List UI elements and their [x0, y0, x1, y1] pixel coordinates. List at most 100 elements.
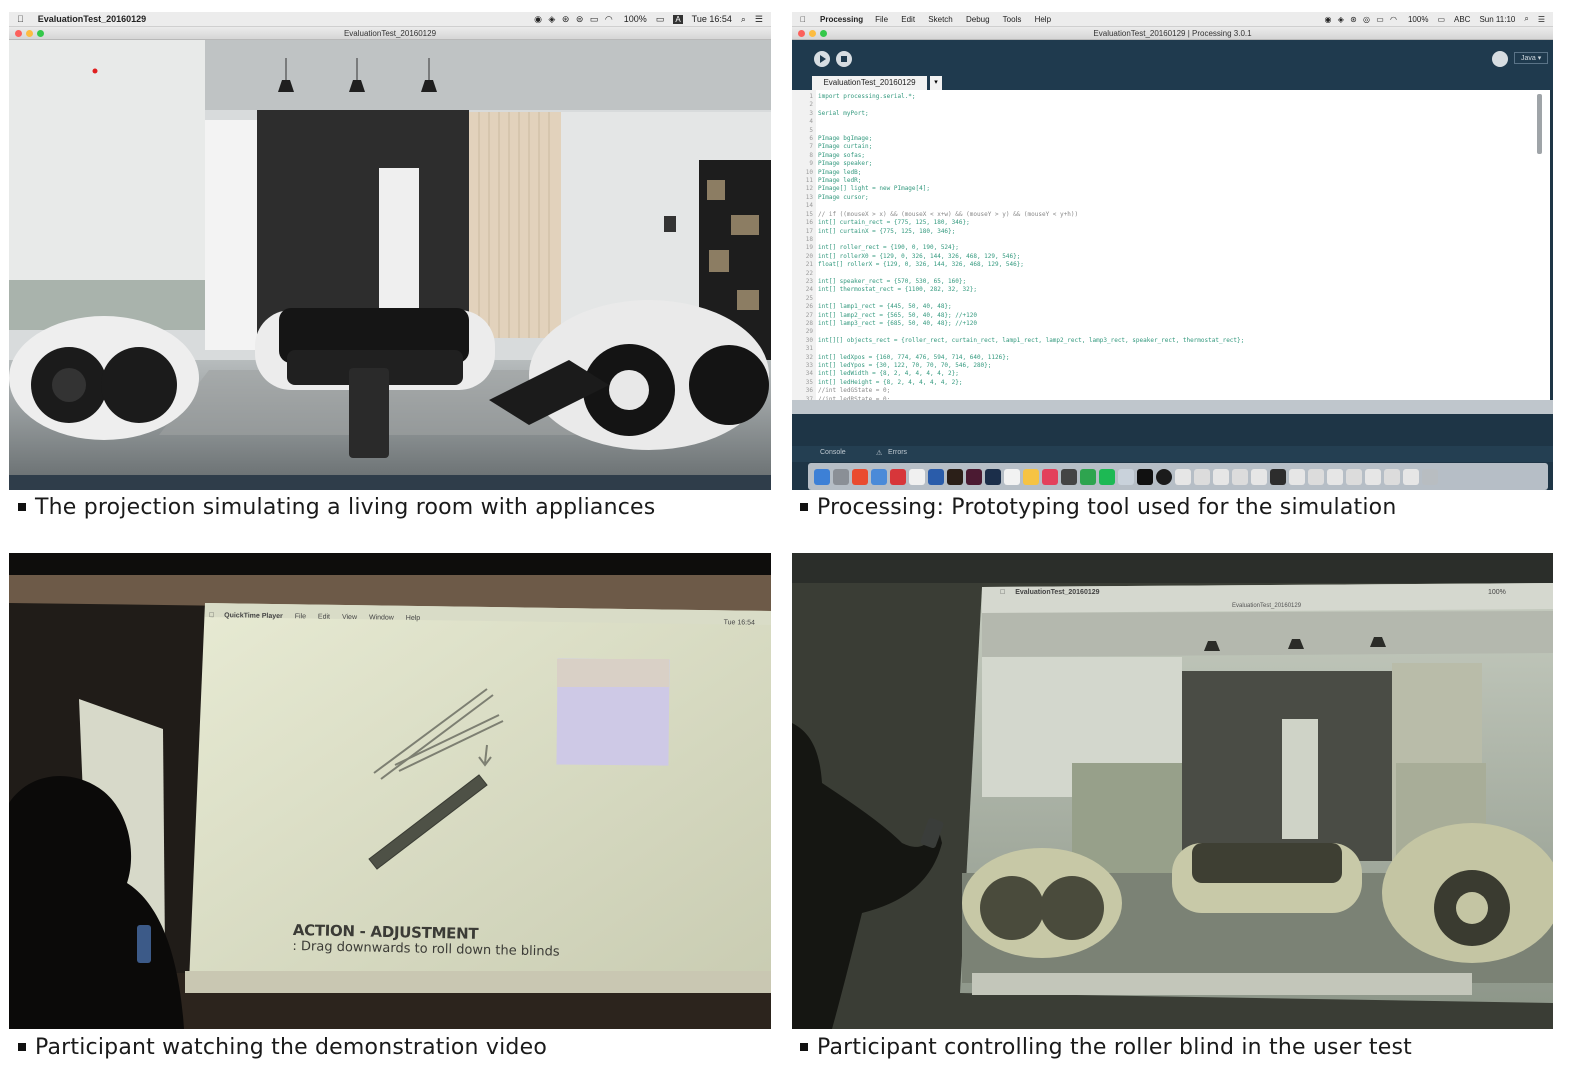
- code-line[interactable]: PImage bgImage;: [818, 135, 1244, 143]
- code-line[interactable]: PImage[] light = new PImage[4];: [818, 185, 1244, 193]
- code-line[interactable]: int[] lamp1_rect = {445, 50, 40, 48};: [818, 303, 1244, 311]
- console-divider[interactable]: [792, 400, 1553, 414]
- search-icon[interactable]: ⌕: [741, 14, 746, 25]
- code-line[interactable]: int[] lamp2_rect = {565, 50, 40, 48}; //…: [818, 312, 1244, 320]
- menu-debug[interactable]: Debug: [966, 15, 990, 24]
- code-line[interactable]: PImage cursor;: [818, 194, 1244, 202]
- code-line[interactable]: import processing.serial.*;: [818, 93, 1244, 101]
- apple-icon[interactable]: : [17, 14, 24, 24]
- clock[interactable]: Sun 11:10: [1479, 15, 1515, 24]
- minimize-icon[interactable]: [809, 30, 816, 37]
- calendar-icon[interactable]: [890, 468, 906, 485]
- code-line[interactable]: PImage speaker;: [818, 160, 1244, 168]
- zoom-icon[interactable]: [37, 30, 44, 37]
- code-line[interactable]: PImage ledB;: [818, 169, 1244, 177]
- app-icon[interactable]: [1137, 468, 1153, 485]
- apple-icon[interactable]: : [800, 15, 806, 24]
- menu-help[interactable]: Help: [1035, 15, 1051, 24]
- code-line[interactable]: [818, 127, 1244, 135]
- code-line[interactable]: int[] curtain_rect = {775, 125, 180, 346…: [818, 219, 1244, 227]
- code-line[interactable]: int[] lamp3_rect = {685, 50, 40, 48}; //…: [818, 320, 1244, 328]
- code-line[interactable]: float[] rollerX = {129, 0, 326, 144, 326…: [818, 261, 1244, 269]
- mode-selector[interactable]: Java ▾: [1514, 52, 1549, 64]
- notes-icon[interactable]: [909, 468, 925, 485]
- code-line[interactable]: //int ledGState = 0;: [818, 387, 1244, 395]
- document-icon[interactable]: [1365, 468, 1381, 485]
- document-icon[interactable]: [1213, 468, 1229, 485]
- window-titlebar[interactable]: EvaluationTest_20160129: [9, 27, 771, 40]
- code-line[interactable]: [818, 295, 1244, 303]
- processing-icon[interactable]: [1156, 468, 1172, 485]
- zoom-icon[interactable]: [820, 30, 827, 37]
- photos-icon[interactable]: [1023, 468, 1039, 485]
- battery-percent[interactable]: 100%: [624, 14, 647, 24]
- battery-percent[interactable]: 100%: [1408, 15, 1428, 24]
- code-line[interactable]: [818, 118, 1244, 126]
- debugger-button[interactable]: [1492, 51, 1508, 67]
- code-line[interactable]: int[] curtainX = {775, 125, 180, 346};: [818, 228, 1244, 236]
- code-line[interactable]: [818, 236, 1244, 244]
- trash-icon[interactable]: [1422, 468, 1438, 485]
- code-line[interactable]: int[][] objects_rect = {roller_rect, cur…: [818, 337, 1244, 345]
- illustrator-icon[interactable]: [947, 468, 963, 485]
- code-line[interactable]: int[] speaker_rect = {570, 530, 65, 160}…: [818, 278, 1244, 286]
- errors-tab[interactable]: Errors: [888, 449, 907, 456]
- document-icon[interactable]: [1175, 468, 1191, 485]
- console-tab[interactable]: Console: [820, 449, 846, 456]
- run-button[interactable]: [814, 51, 830, 67]
- search-icon[interactable]: ⌕: [1524, 14, 1528, 24]
- app-icon[interactable]: [1061, 468, 1077, 485]
- code-line[interactable]: int[] ledXpos = {160, 774, 476, 594, 714…: [818, 354, 1244, 362]
- indesign-icon[interactable]: [966, 468, 982, 485]
- code-line[interactable]: int[] ledWidth = {8, 2, 4, 4, 4, 4, 2};: [818, 370, 1244, 378]
- document-icon[interactable]: [1327, 468, 1343, 485]
- editor-scrollbar[interactable]: [1537, 94, 1542, 154]
- code-line[interactable]: [818, 328, 1244, 336]
- code-line[interactable]: int[] thermostat_rect = {1100, 282, 32, …: [818, 286, 1244, 294]
- document-icon[interactable]: [1289, 468, 1305, 485]
- list-icon[interactable]: ☰: [1538, 15, 1545, 24]
- minimize-icon[interactable]: [26, 30, 33, 37]
- document-icon[interactable]: [1232, 468, 1248, 485]
- status-icons[interactable]: ◉ ◈ ⊛ ⊜ ▭ ◠: [534, 14, 615, 25]
- menu-edit[interactable]: Edit: [901, 15, 915, 24]
- close-icon[interactable]: [15, 30, 22, 37]
- window-titlebar[interactable]: EvaluationTest_20160129 | Processing 3.0…: [792, 27, 1553, 40]
- word-icon[interactable]: [928, 468, 944, 485]
- code-line[interactable]: int[] ledHeight = {8, 2, 4, 4, 4, 4, 2};: [818, 379, 1244, 387]
- code-text[interactable]: import processing.serial.*; Serial myPor…: [818, 93, 1244, 402]
- preview-icon[interactable]: [1004, 468, 1020, 485]
- code-line[interactable]: PImage ledR;: [818, 177, 1244, 185]
- code-line[interactable]: int[] rollerX0 = {129, 0, 326, 144, 326,…: [818, 253, 1244, 261]
- document-icon[interactable]: [1251, 468, 1267, 485]
- input-source[interactable]: ABC: [1454, 15, 1470, 24]
- finder-icon[interactable]: [814, 468, 830, 485]
- code-line[interactable]: int[] ledYpos = {30, 122, 70, 70, 70, 54…: [818, 362, 1244, 370]
- clock[interactable]: Tue 16:54: [692, 14, 732, 24]
- document-icon[interactable]: [1403, 468, 1419, 485]
- menu-sketch[interactable]: Sketch: [928, 15, 952, 24]
- photoshop-icon[interactable]: [985, 468, 1001, 485]
- code-line[interactable]: [818, 345, 1244, 353]
- code-editor[interactable]: 1 2 3 4 5 6 7 8 9 10 11 12 13 14 15 16 17 18 19 20 21 22 23 24 2…: [792, 90, 1550, 402]
- menu-file[interactable]: File: [875, 15, 888, 24]
- app-name[interactable]: Processing: [820, 15, 863, 24]
- document-icon[interactable]: [1346, 468, 1362, 485]
- code-line[interactable]: // if ((mouseX > x) && (mouseX < x+w) &&…: [818, 211, 1244, 219]
- input-source-icon[interactable]: A: [673, 14, 683, 24]
- code-line[interactable]: [818, 202, 1244, 210]
- code-line[interactable]: PImage curtain;: [818, 143, 1244, 151]
- app-name[interactable]: EvaluationTest_20160129: [38, 14, 146, 24]
- spotify-icon[interactable]: [1099, 468, 1115, 485]
- app-icon[interactable]: [1118, 468, 1134, 485]
- close-icon[interactable]: [798, 30, 805, 37]
- chrome-icon[interactable]: [852, 468, 868, 485]
- document-icon[interactable]: [1308, 468, 1324, 485]
- code-line[interactable]: [818, 270, 1244, 278]
- document-icon[interactable]: [1270, 468, 1286, 485]
- menu-tools[interactable]: Tools: [1003, 15, 1022, 24]
- code-line[interactable]: PImage sofas;: [818, 152, 1244, 160]
- launchpad-icon[interactable]: [833, 468, 849, 485]
- document-icon[interactable]: [1194, 468, 1210, 485]
- code-line[interactable]: [818, 101, 1244, 109]
